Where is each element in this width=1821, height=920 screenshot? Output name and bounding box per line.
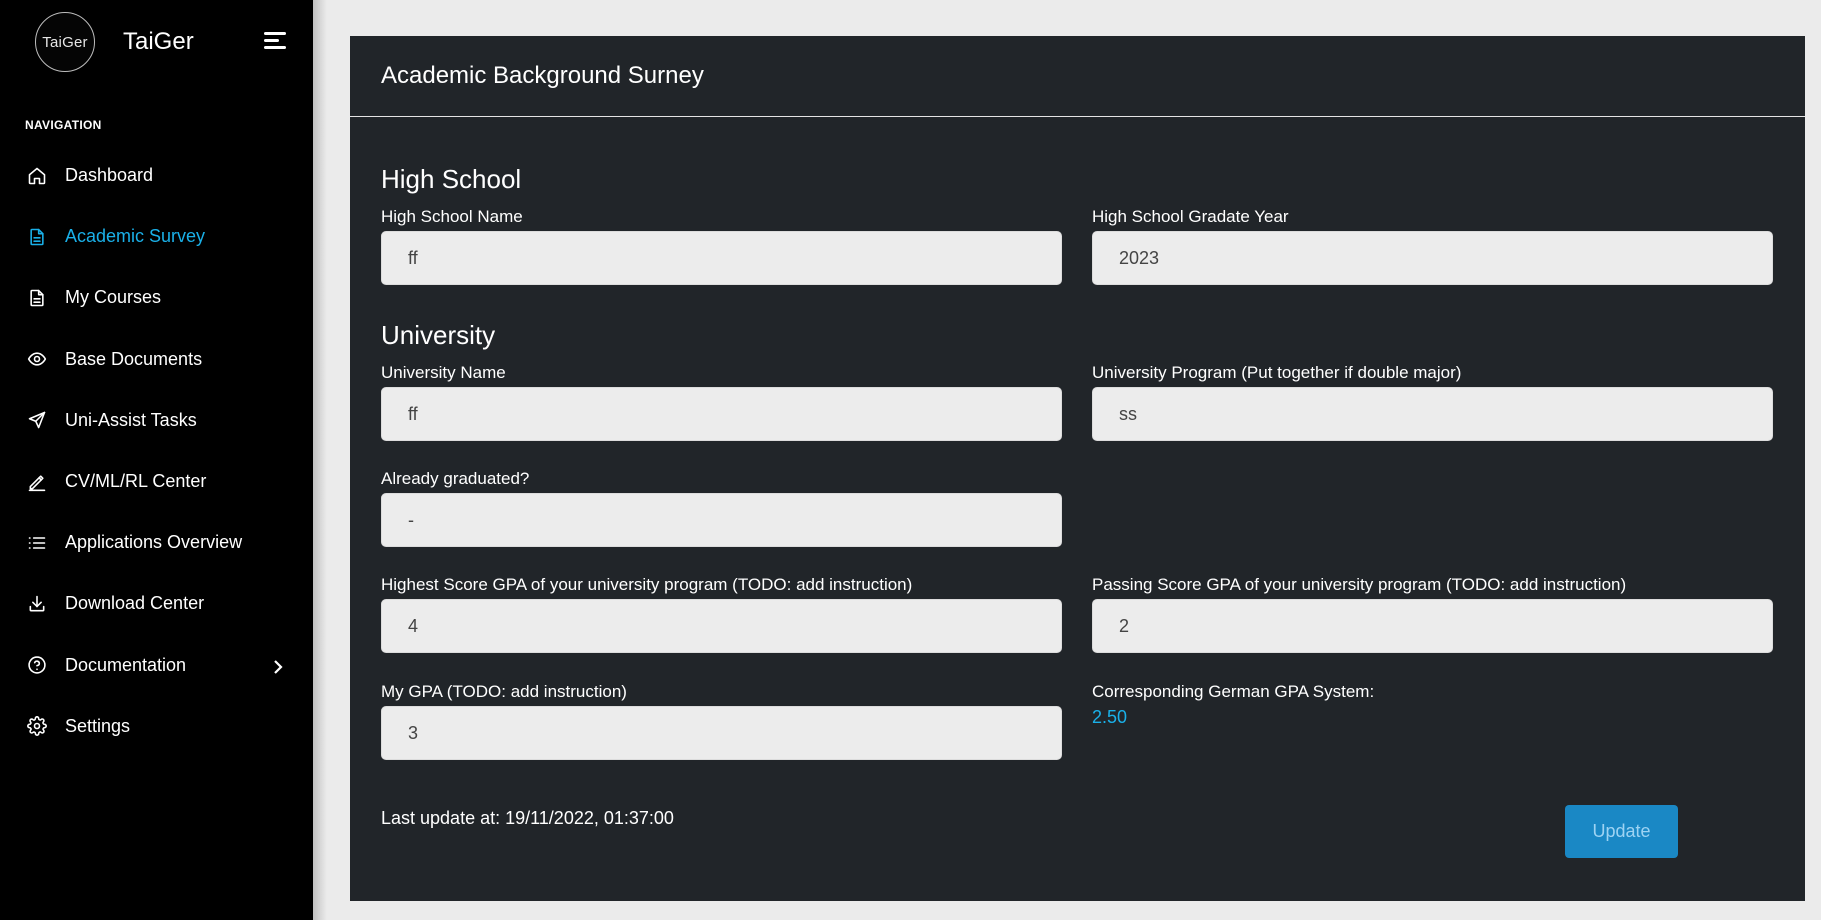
sidebar: TaiGer TaiGer NAVIGATION Dashboard Acade… [0, 0, 313, 920]
academic-survey-card: Academic Background Surney High School H… [350, 36, 1805, 901]
high-school-section-title: High School [381, 164, 522, 194]
brand-name: TaiGer [123, 28, 194, 55]
sidebar-item-settings[interactable]: Settings [0, 696, 313, 757]
already-graduated-select[interactable]: - [381, 493, 1062, 547]
sidebar-item-applications-overview[interactable]: Applications Overview [0, 512, 313, 573]
sidebar-item-cv-ml-rl-center[interactable]: CV/ML/RL Center [0, 451, 313, 512]
university-section-title: University [381, 320, 496, 350]
german-gpa-label: Corresponding German GPA System: [1092, 682, 1375, 701]
high-school-graduate-year-input[interactable]: 2023 [1092, 231, 1773, 285]
sidebar-item-label: Applications Overview [65, 532, 243, 553]
my-gpa-label: My GPA (TODO: add instruction) [381, 682, 627, 701]
sidebar-item-label: Base Documents [65, 348, 203, 369]
sidebar-item-label: Documentation [65, 654, 187, 675]
university-name-label: University Name [381, 363, 506, 382]
sidebar-item-download-center[interactable]: Download Center [0, 573, 313, 634]
navigation-heading: NAVIGATION [25, 118, 102, 132]
university-name-input[interactable]: ff [381, 387, 1062, 441]
last-update-text: Last update at: 19/11/2022, 01:37:00 [381, 808, 674, 828]
sidebar-item-label: My Courses [65, 287, 162, 308]
gear-icon [26, 715, 48, 737]
home-icon [26, 165, 48, 187]
sidebar-item-my-courses[interactable]: My Courses [0, 267, 313, 328]
high-school-graduate-year-label: High School Gradate Year [1092, 207, 1289, 226]
university-program-label: University Program (Put together if doub… [1092, 363, 1462, 382]
passing-gpa-label: Passing Score GPA of your university pro… [1092, 575, 1627, 594]
page-title: Academic Background Surney [350, 36, 1805, 117]
sidebar-item-label: Uni-Assist Tasks [65, 409, 197, 430]
chevron-right-icon [272, 658, 284, 674]
sidebar-item-label: Academic Survey [65, 226, 206, 247]
sidebar-item-label: CV/ML/RL Center [65, 471, 207, 492]
brand[interactable]: TaiGer TaiGer [35, 12, 194, 72]
high-school-name-input[interactable]: ff [381, 231, 1062, 285]
sidebar-nav: Dashboard Academic Survey My Courses Bas… [0, 145, 313, 757]
sidebar-item-label: Dashboard [65, 165, 154, 186]
sidebar-item-dashboard[interactable]: Dashboard [0, 145, 313, 206]
high-school-name-label: High School Name [381, 207, 523, 226]
sidebar-item-label: Settings [65, 715, 131, 736]
sidebar-item-academic-survey[interactable]: Academic Survey [0, 206, 313, 267]
help-circle-icon [26, 654, 48, 676]
update-button[interactable]: Update [1565, 805, 1678, 858]
sidebar-item-base-documents[interactable]: Base Documents [0, 329, 313, 390]
eye-icon [26, 348, 48, 370]
highest-gpa-input[interactable]: 4 [381, 599, 1062, 653]
already-graduated-label: Already graduated? [381, 469, 530, 488]
send-icon [26, 409, 48, 431]
list-icon [26, 532, 48, 554]
passing-gpa-input[interactable]: 2 [1092, 599, 1773, 653]
german-gpa-value: 2.50 [1092, 707, 1128, 727]
highest-gpa-label: Highest Score GPA of your university pro… [381, 575, 913, 594]
my-gpa-input[interactable]: 3 [381, 706, 1062, 760]
document-icon [26, 287, 48, 309]
document-icon [26, 226, 48, 248]
sidebar-item-label: Download Center [65, 593, 205, 614]
edit-icon [26, 471, 48, 493]
sidebar-shadow [313, 0, 327, 920]
sidebar-item-documentation[interactable]: Documentation [0, 635, 313, 696]
taiger-logo: TaiGer [35, 12, 95, 72]
university-program-input[interactable]: ss [1092, 387, 1773, 441]
menu-toggle-icon[interactable] [264, 32, 288, 52]
sidebar-item-uni-assist-tasks[interactable]: Uni-Assist Tasks [0, 390, 313, 451]
download-icon [26, 593, 48, 615]
